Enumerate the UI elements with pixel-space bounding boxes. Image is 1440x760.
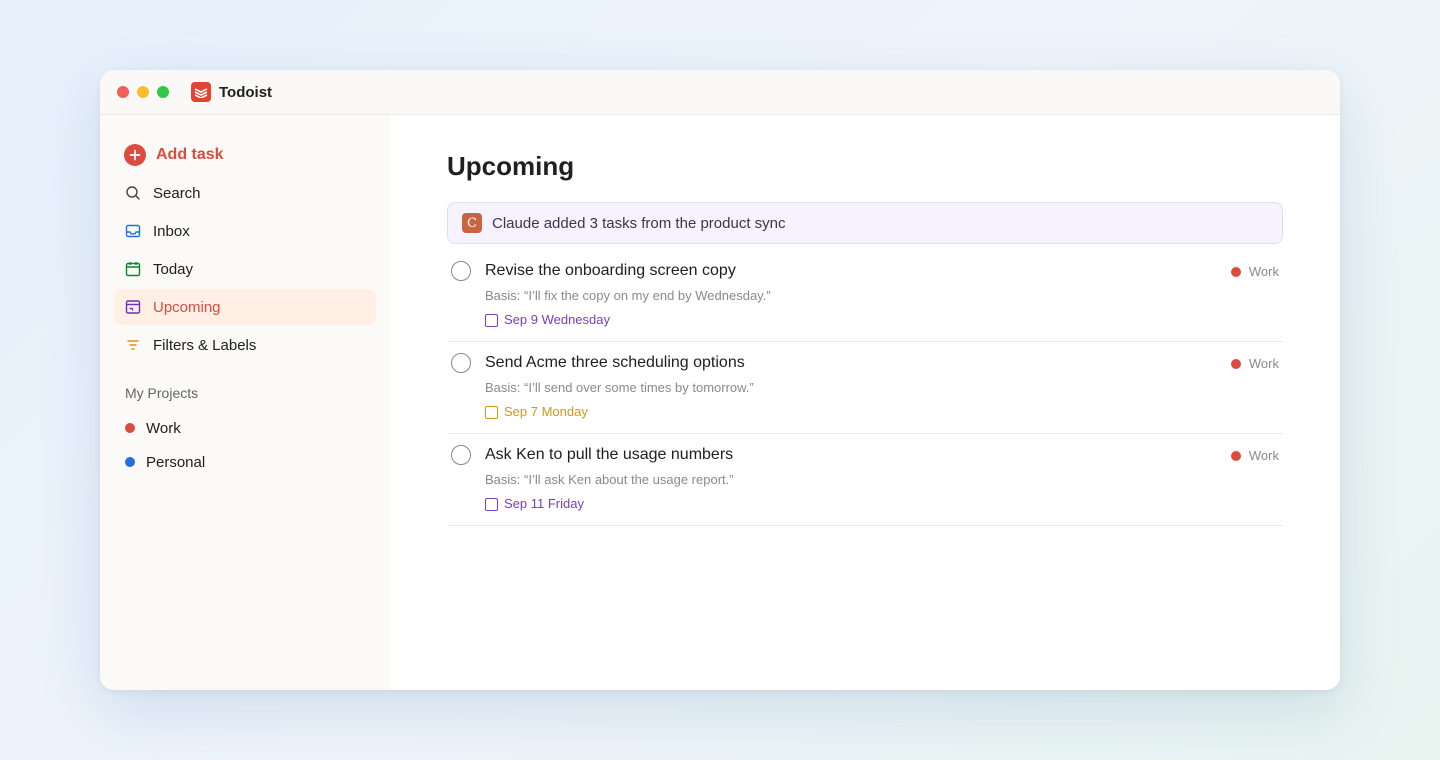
- calendar-icon: [485, 497, 498, 511]
- project-color-dot: [1230, 358, 1241, 369]
- zoom-window-button[interactable]: [157, 86, 169, 98]
- task-due-label: Sep 9 Wednesday: [504, 312, 610, 327]
- project-color-dot: [1230, 266, 1241, 277]
- calendar-icon: [485, 405, 498, 419]
- project-color-dot: [125, 457, 135, 467]
- task-name: Revise the onboarding screen copy: [485, 262, 736, 279]
- page-title: Upcoming: [447, 151, 575, 181]
- task-project-tag[interactable]: Work: [1230, 448, 1279, 463]
- task-basis: Basis: “I’ll ask Ken about the usage rep…: [485, 472, 734, 487]
- app-window: Todoist Add task Search Inbox Today Upco…: [100, 70, 1340, 690]
- task-basis: Basis: “I’ll fix the copy on my end by W…: [485, 288, 771, 303]
- task-row[interactable]: Send Acme three scheduling options Basis…: [447, 342, 1283, 434]
- minimize-window-button[interactable]: [137, 86, 149, 98]
- project-item-work[interactable]: Work: [114, 411, 376, 445]
- plus-circle-icon: [124, 144, 146, 166]
- search-icon: [125, 185, 141, 201]
- task-checkbox[interactable]: [451, 445, 471, 465]
- sidebar-item-filters-labels[interactable]: Filters & Labels: [114, 327, 376, 363]
- task-row[interactable]: Revise the onboarding screen copy Basis:…: [447, 250, 1283, 342]
- claude-badge-icon: C: [462, 213, 482, 233]
- filter-icon: [125, 337, 141, 353]
- sidebar-item-label: Upcoming: [153, 298, 221, 316]
- task-row[interactable]: Ask Ken to pull the usage numbers Basis:…: [447, 434, 1283, 526]
- task-due-label: Sep 11 Friday: [504, 496, 584, 511]
- sidebar-item-search[interactable]: Search: [114, 175, 376, 211]
- task-name: Ask Ken to pull the usage numbers: [485, 446, 734, 463]
- task-project-tag[interactable]: Work: [1230, 264, 1279, 279]
- sidebar: Add task Search Inbox Today Upcoming Fil…: [100, 115, 390, 690]
- projects-heading: My Projects: [125, 385, 199, 401]
- claude-banner: C Claude added 3 tasks from the product …: [447, 202, 1283, 244]
- calendar-upcoming-icon: [125, 299, 141, 315]
- main-content: Upcoming C Claude added 3 tasks from the…: [390, 115, 1340, 690]
- calendar-icon: [485, 313, 498, 327]
- task-project-label: Work: [1248, 264, 1279, 279]
- close-window-button[interactable]: [117, 86, 129, 98]
- task-checkbox[interactable]: [451, 353, 471, 373]
- app-title: Todoist: [219, 83, 273, 101]
- sidebar-item-upcoming[interactable]: Upcoming: [114, 289, 376, 325]
- add-task-label: Add task: [156, 146, 224, 163]
- calendar-today-icon: [125, 261, 141, 277]
- banner-text: Claude added 3 tasks from the product sy…: [492, 214, 786, 232]
- project-item-personal[interactable]: Personal: [114, 445, 376, 479]
- project-label: Work: [146, 419, 181, 437]
- task-basis: Basis: “I’ll send over some times by tom…: [485, 380, 754, 395]
- sidebar-item-label: Filters & Labels: [153, 336, 257, 354]
- task-project-label: Work: [1248, 448, 1279, 463]
- task-project-label: Work: [1248, 356, 1279, 371]
- sidebar-item-label: Search: [153, 184, 201, 202]
- project-color-dot: [125, 423, 135, 433]
- sidebar-item-label: Inbox: [153, 222, 190, 240]
- project-color-dot: [1230, 450, 1241, 461]
- sidebar-item-today[interactable]: Today: [114, 251, 376, 287]
- add-task-button[interactable]: Add task: [114, 137, 376, 173]
- task-due-date[interactable]: Sep 9 Wednesday: [485, 311, 1279, 329]
- task-checkbox[interactable]: [451, 261, 471, 281]
- task-due-date[interactable]: Sep 11 Friday: [485, 495, 1279, 513]
- sidebar-item-label: Today: [153, 260, 194, 278]
- project-label: Personal: [146, 453, 206, 471]
- inbox-icon: [125, 223, 141, 239]
- todoist-logo-icon: [191, 82, 211, 102]
- title-bar: Todoist: [100, 70, 1340, 115]
- task-project-tag[interactable]: Work: [1230, 356, 1279, 371]
- task-due-date[interactable]: Sep 7 Monday: [485, 403, 1279, 421]
- task-due-label: Sep 7 Monday: [504, 404, 588, 419]
- sidebar-item-inbox[interactable]: Inbox: [114, 213, 376, 249]
- task-name: Send Acme three scheduling options: [485, 354, 745, 371]
